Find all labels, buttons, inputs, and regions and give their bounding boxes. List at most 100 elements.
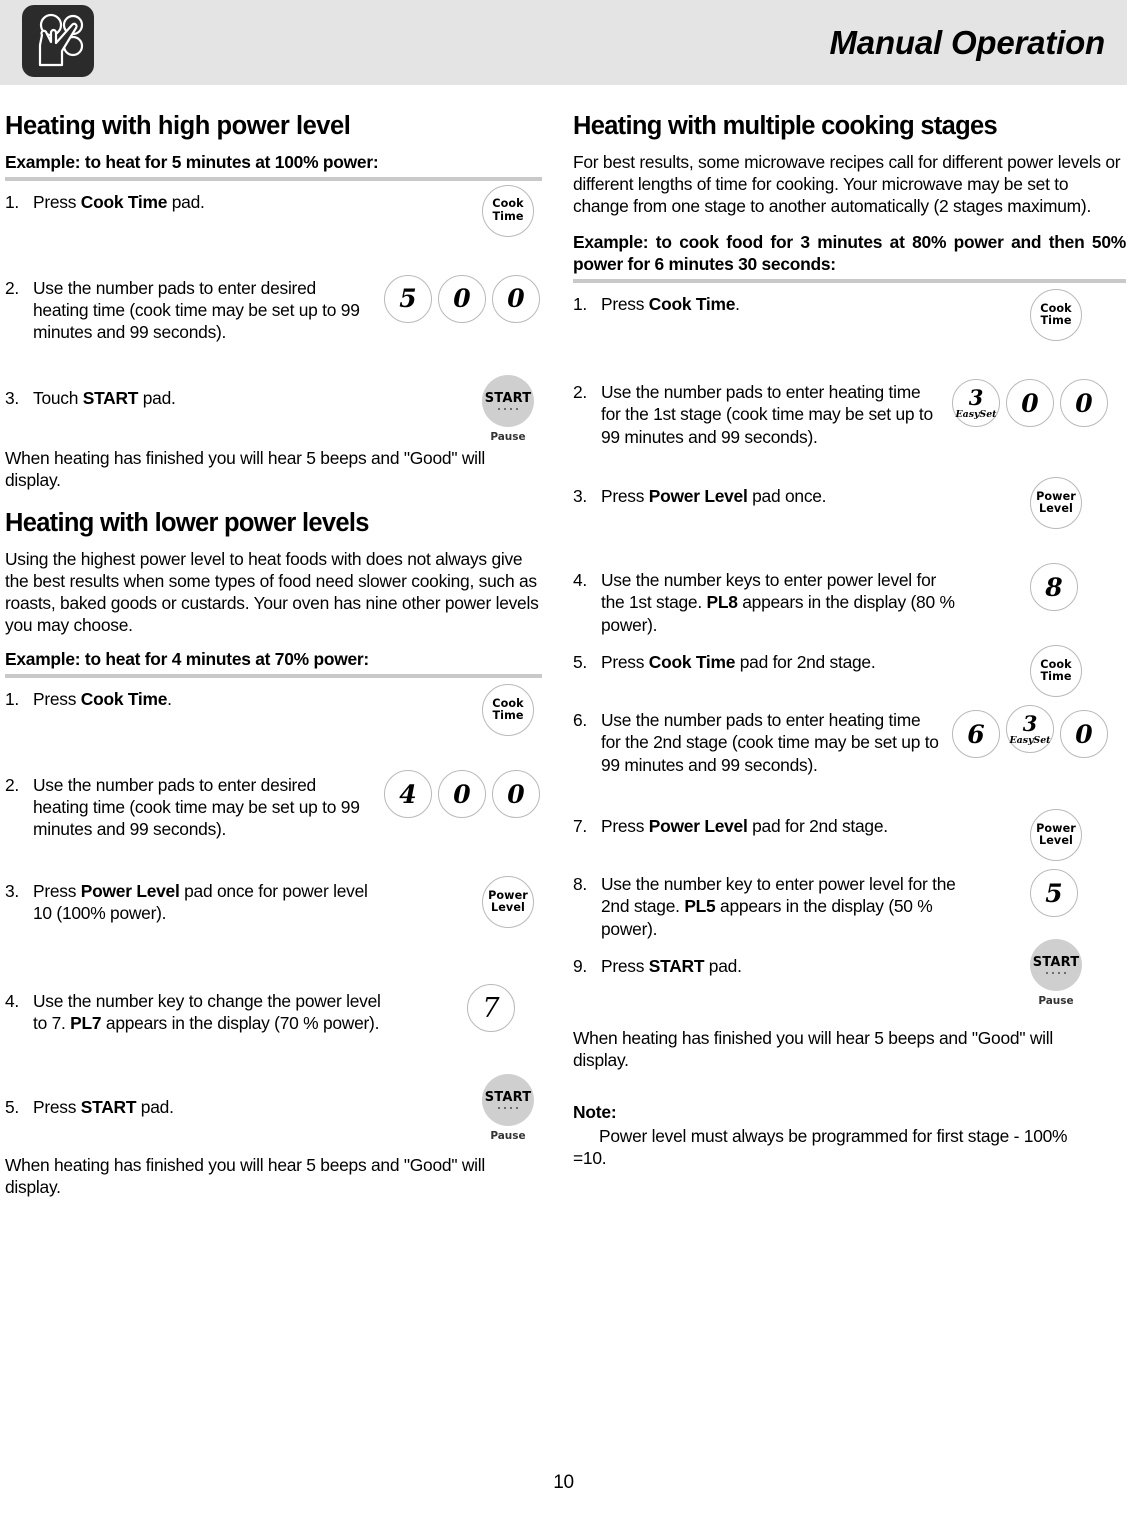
- step-row: 4. Use the number keys to enter power le…: [573, 563, 1110, 651]
- start-label: START: [1032, 955, 1080, 971]
- power-level-pad[interactable]: Power Level: [1030, 809, 1082, 862]
- number-pad-0[interactable]: 0: [1060, 379, 1108, 428]
- pad-cluster-number: 4 0 0: [384, 770, 540, 819]
- step-text: Press Power Level pad once for power lev…: [33, 881, 368, 924]
- pad-cluster-number: 7: [467, 984, 515, 1033]
- pad-cluster-number: 6 3 EasySet 0: [952, 705, 1108, 759]
- rule-divider: [5, 176, 542, 181]
- number-pad-0[interactable]: 0: [1060, 710, 1108, 759]
- page-header: Manual Operation: [0, 0, 1127, 85]
- step-text: Touch START pad.: [33, 387, 176, 408]
- step-text: Use the number keys to enter power level…: [601, 570, 955, 635]
- step-number: 1.: [5, 191, 20, 212]
- power-level-pad[interactable]: Power Level: [1030, 477, 1082, 530]
- rule-divider: [573, 279, 1126, 284]
- step-row: 1. Press Cook Time pad. Cook Time: [5, 184, 542, 277]
- cook-time-pad[interactable]: Cook Time: [482, 184, 534, 237]
- step-row: 6. Use the number pads to enter heating …: [573, 705, 1110, 815]
- hand-pressing-keypad-icon: [22, 5, 94, 77]
- number-pad-7[interactable]: 7: [467, 984, 515, 1033]
- pad-cluster-number: 5: [1030, 869, 1078, 918]
- right-column: Heating with multiple cooking stages For…: [573, 112, 1126, 1169]
- page-title: Manual Operation: [829, 23, 1106, 61]
- step-number: 1.: [573, 294, 588, 315]
- step-text: Use the number pads to enter heating tim…: [601, 382, 933, 447]
- number-pad-0[interactable]: 0: [492, 770, 540, 819]
- start-pad-wrap: START Pause: [482, 374, 534, 443]
- left-column: Heating with high power level Example: t…: [5, 112, 542, 1207]
- step-text: Press START pad.: [33, 1097, 174, 1118]
- rule-divider: [5, 674, 542, 679]
- step-number: 9.: [573, 956, 588, 977]
- start-pad[interactable]: START: [482, 374, 534, 427]
- page-number: 10: [553, 1472, 574, 1493]
- step-row: 3. Touch START pad. START Pause: [5, 374, 542, 447]
- number-pad-5[interactable]: 5: [1030, 869, 1078, 918]
- step-row: 7. Press Power Level pad for 2nd stage. …: [573, 809, 1110, 873]
- pad-cluster: START Pause: [1030, 939, 1082, 1007]
- step-row: 1. Press Cook Time. Cook Time: [573, 289, 1110, 381]
- step-number: 2.: [573, 382, 588, 403]
- step-row: 1. Press Cook Time. Cook Time: [5, 684, 542, 774]
- pad-cluster-number: 5 0 0: [384, 274, 540, 323]
- step-text: Use the number pads to enter desired hea…: [33, 775, 360, 840]
- step-text: Use the number key to change the power l…: [33, 991, 381, 1034]
- pause-label: Pause: [1038, 995, 1074, 1008]
- heading-high-power: Heating with high power level: [5, 112, 351, 140]
- start-pad[interactable]: START: [1030, 939, 1082, 992]
- pad-cluster: Power Level: [1030, 477, 1082, 530]
- number-pad-0[interactable]: 0: [438, 274, 486, 323]
- step-number: 5.: [573, 652, 588, 673]
- start-label: START: [484, 390, 532, 406]
- heading-lower-power: Heating with lower power levels: [5, 509, 369, 537]
- step-text: Use the number pads to enter desired hea…: [33, 277, 360, 342]
- step-row: 4. Use the number key to change the powe…: [5, 984, 542, 1096]
- start-dots-icon: [498, 407, 518, 410]
- start-pad[interactable]: START: [482, 1074, 534, 1127]
- note-body: Power level must always be programmed fo…: [573, 1125, 1068, 1168]
- cook-time-pad[interactable]: Cook Time: [1030, 289, 1082, 342]
- example-high-power: Example: to heat for 5 minutes at 100% p…: [5, 151, 379, 172]
- pad-cluster-number: 3 EasySet 0 0: [952, 379, 1108, 428]
- easyset-label: EasySet: [1009, 735, 1051, 747]
- start-label: START: [484, 1090, 532, 1106]
- number-pad-4[interactable]: 4: [384, 770, 432, 819]
- step-number: 3.: [5, 387, 20, 408]
- closing-text-multiple-stages: When heating has finished you will hear …: [573, 1028, 1053, 1071]
- closing-text-lower-power: When heating has finished you will hear …: [5, 1155, 485, 1198]
- pad-cluster: Power Level: [482, 876, 534, 929]
- easyset-label: EasySet: [955, 409, 997, 421]
- pad-cluster: Cook Time: [1030, 289, 1082, 342]
- step-row: 3. Press Power Level pad once. Power Leve…: [573, 477, 1110, 569]
- number-pad-3-easyset[interactable]: 3 EasySet: [1006, 705, 1054, 754]
- step-number: 5.: [5, 1097, 20, 1118]
- step-text: Press Cook Time pad.: [33, 191, 205, 212]
- step-row: 3. Press Power Level pad once for power …: [5, 876, 542, 990]
- cook-time-pad[interactable]: Cook Time: [482, 684, 534, 737]
- pause-label: Pause: [490, 430, 526, 443]
- pad-label-line1: Cook: [492, 197, 524, 211]
- step-row: 2. Use the number pads to enter desired …: [5, 770, 542, 880]
- power-level-pad[interactable]: Power Level: [482, 876, 534, 929]
- number-pad-0[interactable]: 0: [438, 770, 486, 819]
- step-number: 2.: [5, 277, 20, 298]
- step-text: Press Cook Time.: [33, 689, 172, 710]
- start-pad-wrap: START Pause: [1030, 939, 1082, 1007]
- step-number: 2.: [5, 775, 20, 796]
- step-number: 8.: [573, 874, 588, 895]
- number-pad-6[interactable]: 6: [952, 710, 1000, 759]
- number-pad-8[interactable]: 8: [1030, 563, 1078, 612]
- step-row: 2. Use the number pads to enter heating …: [573, 379, 1110, 485]
- number-pad-3-easyset[interactable]: 3 EasySet: [952, 379, 1000, 428]
- step-text: Use the number pads to enter heating tim…: [601, 710, 939, 775]
- start-dots-icon: [498, 1107, 518, 1110]
- number-pad-0[interactable]: 0: [492, 274, 540, 323]
- step-row: 5. Press START pad. START Pause: [5, 1074, 542, 1154]
- number-pad-0[interactable]: 0: [1006, 379, 1054, 428]
- cook-time-pad[interactable]: Cook Time: [1030, 645, 1082, 698]
- number-pad-5[interactable]: 5: [384, 274, 432, 323]
- step-number: 1.: [5, 689, 20, 710]
- start-dots-icon: [1046, 972, 1066, 975]
- heading-multiple-stages: Heating with multiple cooking stages: [573, 112, 998, 140]
- pad-cluster: Cook Time: [482, 684, 534, 737]
